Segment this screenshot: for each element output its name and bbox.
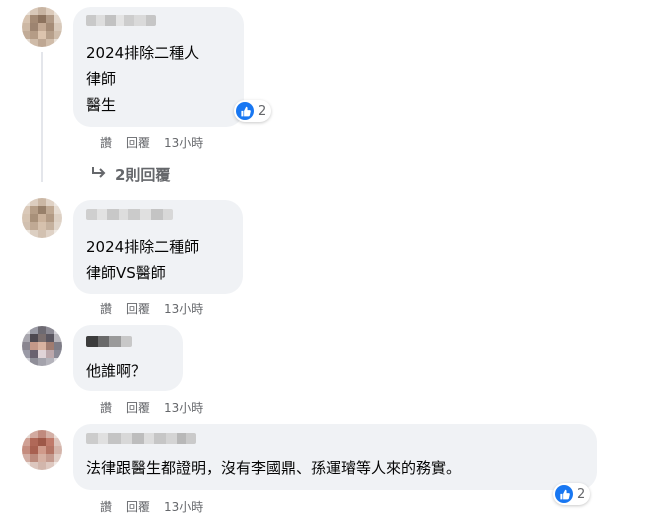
- like-button[interactable]: 讚: [100, 399, 112, 416]
- avatar[interactable]: [22, 7, 62, 47]
- like-button[interactable]: 讚: [100, 134, 112, 151]
- author-name-blurred[interactable]: [86, 433, 196, 444]
- timestamp[interactable]: 13小時: [164, 300, 203, 317]
- timestamp[interactable]: 13小時: [164, 399, 203, 416]
- reaction-count[interactable]: 2: [553, 483, 591, 505]
- comment-actions: 讚 回覆 13小時: [100, 399, 203, 416]
- like-button[interactable]: 讚: [100, 300, 112, 317]
- comment-text-line: 律師VS醫師: [86, 264, 166, 282]
- comment-actions: 讚 回覆 13小時: [100, 134, 203, 151]
- reply-button[interactable]: 回覆: [126, 498, 150, 515]
- view-replies-link[interactable]: 2則回覆: [91, 164, 170, 185]
- like-button[interactable]: 讚: [100, 498, 112, 515]
- comment-bubble: [73, 325, 183, 391]
- reply-arrow-icon: [91, 166, 107, 184]
- avatar[interactable]: [22, 430, 62, 470]
- comment-text-line: 他誰啊？: [86, 362, 147, 380]
- thread-line: [41, 52, 43, 182]
- like-icon: [555, 485, 573, 503]
- comment-text-line: 2024排除二種人: [86, 44, 200, 62]
- timestamp[interactable]: 13小時: [164, 498, 203, 515]
- comment-text-line: 2024排除二種師: [86, 238, 200, 256]
- reaction-number: 2: [258, 103, 267, 119]
- author-name-blurred[interactable]: [86, 209, 173, 220]
- comment-text-line: 法律跟醫生都證明，沒有李國鼎、孫運璿等人來的務實。: [86, 459, 462, 477]
- comment-actions: 讚 回覆 13小時: [100, 300, 203, 317]
- avatar[interactable]: [22, 326, 62, 366]
- view-replies-label: 2則回覆: [115, 166, 171, 184]
- reply-button[interactable]: 回覆: [126, 300, 150, 317]
- author-name-blurred[interactable]: [86, 336, 132, 347]
- reply-button[interactable]: 回覆: [126, 134, 150, 151]
- comment-actions: 讚 回覆 13小時: [100, 498, 203, 515]
- reply-button[interactable]: 回覆: [126, 399, 150, 416]
- like-icon: [236, 102, 254, 120]
- avatar[interactable]: [22, 198, 62, 238]
- timestamp[interactable]: 13小時: [164, 134, 203, 151]
- comment-text-line: 醫生: [86, 96, 117, 114]
- reaction-number: 2: [577, 486, 586, 502]
- author-name-blurred[interactable]: [86, 15, 156, 26]
- reaction-count[interactable]: 2: [234, 100, 272, 122]
- comment-text-line: 律師: [86, 70, 117, 88]
